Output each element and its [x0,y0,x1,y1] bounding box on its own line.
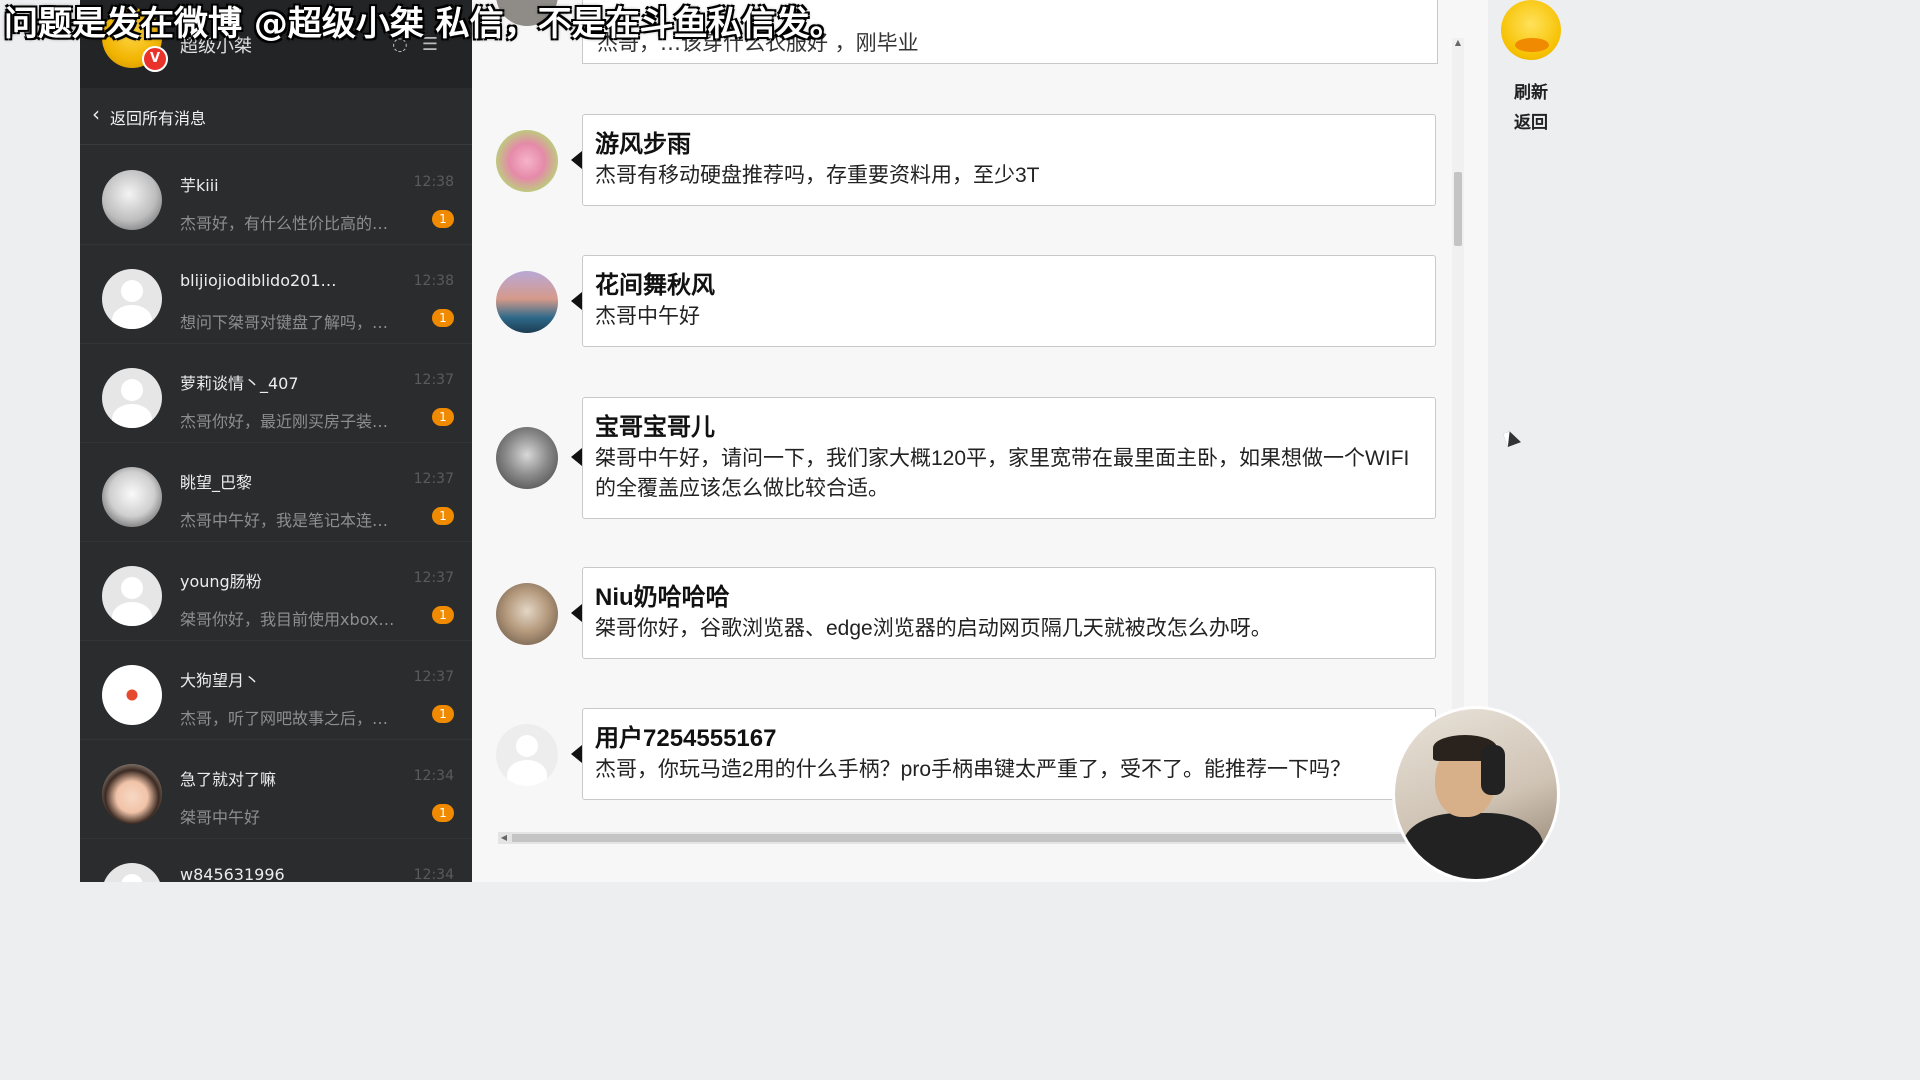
conversation-time: 12:37 [413,372,454,388]
conversation-item[interactable]: blijiojiodiblido201… 12:38 想问下桀哥对键盘了解吗，…… [80,245,472,344]
message-sender: 用户7254555167 [595,725,777,752]
conversation-name: 眺望_巴黎 [180,473,253,492]
sender-avatar [496,427,558,489]
unread-badge: 1 [432,705,454,723]
conversation-preview: 桀哥中午好 [180,808,261,827]
conversation-preview: 桀哥你好，我目前使用xbox… [180,610,395,629]
conversation-item[interactable]: 萝莉谈情丶_407 12:37 杰哥你好，最近刚买房子装… 1 [80,344,472,443]
scrollbar-thumb[interactable] [512,834,1432,842]
unread-badge: 1 [432,210,454,228]
bubble-pointer-icon [571,604,582,622]
message-sender: 花间舞秋风 [595,272,715,299]
conversation-time: 12:38 [413,174,454,190]
conversation-time: 12:34 [413,768,454,784]
conversation-item[interactable]: 大狗望月丶 12:37 杰哥，听了网吧故事之后，… 1 [80,641,472,740]
message-bubble: Niu奶哈哈哈 桀哥你好，谷歌浏览器、edge浏览器的启动网页隔几天就被改怎么办… [571,567,1436,659]
message-bubble: 花间舞秋风 杰哥中午好 [571,255,1436,347]
conversation-preview: 杰哥，听了网吧故事之后，… [180,709,389,728]
conversation-name: young肠粉 [180,572,262,591]
conversation-time: 12:38 [413,273,454,289]
webcam-overlay [1392,706,1560,882]
horizontal-scrollbar[interactable]: ◀ [498,832,1448,844]
conversation-name: 萝莉谈情丶_407 [180,374,299,393]
scroll-left-icon[interactable]: ◀ [498,832,510,844]
bubble-pointer-icon [571,745,582,763]
sender-avatar [496,583,558,645]
default-avatar-icon [496,724,558,786]
duck-icon [1501,0,1561,60]
unread-badge: 1 [432,309,454,327]
sender-avatar [496,271,558,333]
chat-message-area: 杰哥，…该穿什么衣服好 ，刚毕业 游风步雨 杰哥有移动硬盘推荐吗，存重要资料用，… [472,0,1488,882]
conversation-avatar [102,764,162,824]
conversation-time: 12:37 [413,669,454,685]
conversation-time: 12:34 [413,867,454,882]
default-avatar-icon [102,566,162,626]
headphones-icon [1481,745,1505,795]
conversation-item[interactable]: 芋kiii 12:38 杰哥好，有什么性价比高的… 1 [80,146,472,245]
message-text: 杰哥，你玩马造2用的什么手柄？pro手柄串键太严重了，受不了。能推荐一下吗？ [595,758,1352,781]
message-bubble: 用户7254555167 杰哥，你玩马造2用的什么手柄？pro手柄串键太严重了，… [571,708,1436,800]
scroll-up-icon[interactable]: ▲ [1452,38,1464,50]
message-text: 桀哥中午好，请问一下，我们家大概120平，家里宽带在最里面主卧，如果想做一个WI… [595,447,1410,500]
unread-badge: 1 [432,408,454,426]
conversation-item[interactable]: 急了就对了嘛 12:34 桀哥中午好 1 [80,740,472,839]
bubble-pointer-icon [571,448,582,466]
stream-caption: 问题是发在微博 @超级小桀 私信，不是在斗鱼私信发。 [4,4,844,44]
unread-badge: 1 [432,507,454,525]
bubble-pointer-icon [571,292,582,310]
default-avatar-icon [102,368,162,428]
conversation-name: 大狗望月丶 [180,671,261,690]
conversation-name: 急了就对了嘛 [180,770,277,789]
message-text: 杰哥有移动硬盘推荐吗，存重要资料用，至少3T [595,164,1040,187]
message-sender: Niu奶哈哈哈 [595,584,730,611]
conversation-preview: 杰哥中午好，我是笔记本连… [180,511,389,530]
default-avatar-icon [102,863,162,882]
message-bubble: 宝哥宝哥儿 桀哥中午好，请问一下，我们家大概120平，家里宽带在最里面主卧，如果… [571,397,1436,519]
unread-badge: 1 [432,606,454,624]
conversation-name: blijiojiodiblido201… [180,271,337,290]
chevron-left-icon: ‹ [92,102,100,126]
bubble-pointer-icon [571,151,582,169]
conversation-time: 12:37 [413,570,454,586]
conversation-item[interactable]: w845631996 12:34 [80,839,472,882]
conversation-item[interactable]: young肠粉 12:37 桀哥你好，我目前使用xbox… 1 [80,542,472,641]
message-text: 杰哥中午好 [595,305,700,328]
conversation-preview: 杰哥你好，最近刚买房子装… [180,412,389,431]
default-avatar-icon [102,269,162,329]
return-button[interactable]: 返回 [1488,108,1574,133]
scrollbar-thumb[interactable] [1454,172,1462,246]
message-sender: 宝哥宝哥儿 [595,414,715,441]
unread-badge: 1 [432,804,454,822]
conversation-preview: 杰哥好，有什么性价比高的… [180,214,389,233]
conversation-preview: 想问下桀哥对键盘了解吗，… [180,313,389,332]
verified-badge-icon: V [142,46,168,72]
message-sender: 游风步雨 [595,131,691,158]
conversation-sidebar: V 超级小桀 ◌☰ ‹ 返回所有消息 芋kiii 12:38 杰哥好，有什么性价… [80,0,472,882]
back-label: 返回所有消息 [110,109,207,128]
refresh-button[interactable]: 刷新 [1488,78,1574,103]
conversation-avatar [102,665,162,725]
conversation-item[interactable]: 眺望_巴黎 12:37 杰哥中午好，我是笔记本连… 1 [80,443,472,542]
conversation-avatar [102,467,162,527]
conversation-name: 芋kiii [180,176,219,195]
conversation-time: 12:37 [413,471,454,487]
conversation-name: w845631996 [180,865,285,882]
message-text: 桀哥你好，谷歌浏览器、edge浏览器的启动网页隔几天就被改怎么办呀。 [595,617,1272,640]
message-bubble: 游风步雨 杰哥有移动硬盘推荐吗，存重要资料用，至少3T [571,114,1436,206]
sender-avatar [496,130,558,192]
conversation-avatar [102,170,162,230]
back-to-all-messages[interactable]: ‹ 返回所有消息 [80,88,472,145]
conversation-list: 芋kiii 12:38 杰哥好，有什么性价比高的… 1 blijiojiodib… [80,146,472,882]
